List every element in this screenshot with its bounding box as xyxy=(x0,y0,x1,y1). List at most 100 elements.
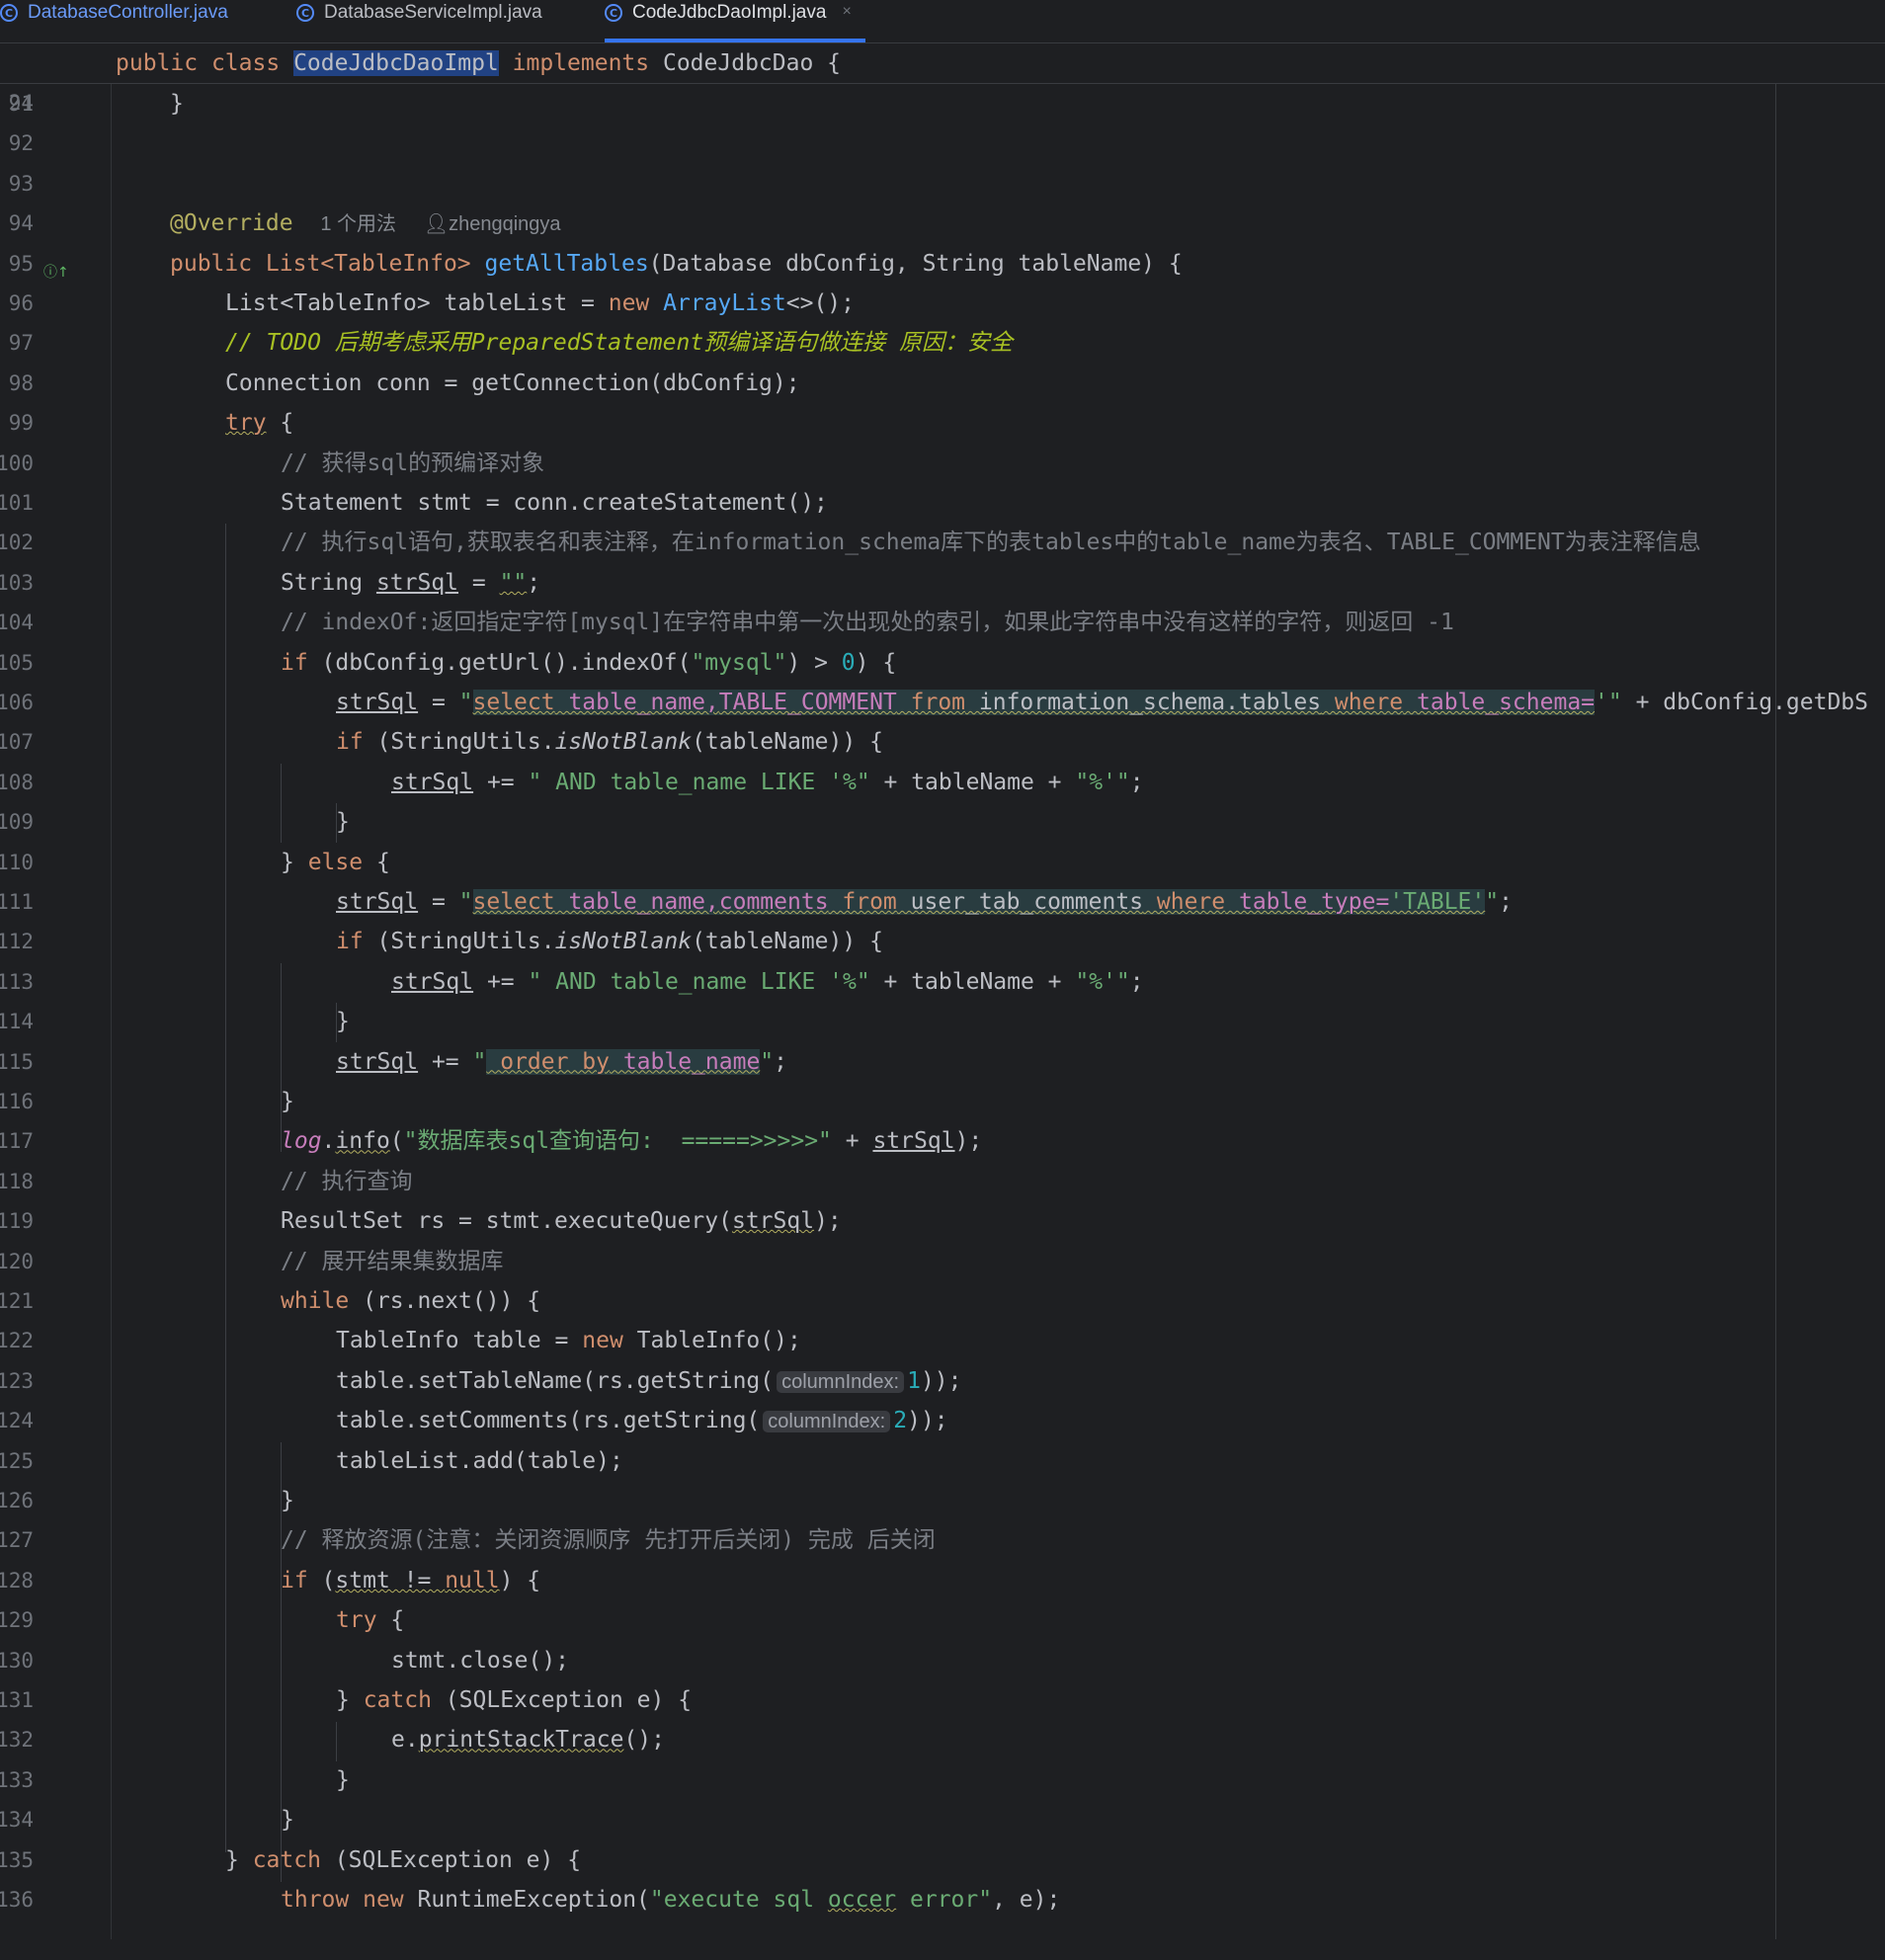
code-text: (tableName)) { xyxy=(692,929,883,955)
keyword: if xyxy=(281,649,308,676)
method-name: getAllTables xyxy=(484,250,649,277)
code-text: += xyxy=(473,968,529,995)
code-text: ) > xyxy=(786,649,842,676)
comment: // indexOf:返回指定字符[mysql]在字符串中第一次出现处的索引，如… xyxy=(281,610,1454,636)
comment: // 执行sql语句,获取表名和表注释，在information_schema库… xyxy=(281,530,1701,556)
variable: strSql xyxy=(336,889,419,915)
line-number: 118 xyxy=(0,1169,34,1193)
keyword: else xyxy=(307,849,364,875)
code-text: } xyxy=(281,849,308,875)
sql-text: table_name, xyxy=(554,889,719,915)
keyword: public xyxy=(116,50,199,76)
string-literal: " xyxy=(472,1048,487,1075)
keyword: catch xyxy=(363,1687,432,1713)
code-text: (StringUtils. xyxy=(363,729,555,756)
sql-keyword: where xyxy=(1143,889,1226,915)
code-text: } xyxy=(281,1089,294,1114)
code-text: { xyxy=(266,410,294,437)
code-text: table.setComments(rs.getString( xyxy=(336,1408,761,1434)
comment: // 释放资源(注意：关闭资源顺序 先打开后关闭) 完成 后关闭 xyxy=(281,1527,936,1554)
keyword: new xyxy=(582,1328,623,1354)
code-text: ; xyxy=(1129,968,1144,995)
variable: strSql xyxy=(336,1048,419,1075)
line-number: 100 xyxy=(0,450,34,475)
line-number: 128 xyxy=(0,1568,34,1592)
line-number: 95 xyxy=(8,251,34,276)
number-literal: 0 xyxy=(841,649,856,676)
code-text: } xyxy=(336,1009,350,1035)
sql-keyword: where xyxy=(1321,690,1404,715)
code-text: } xyxy=(170,91,184,117)
code-text: (Database dbConfig, String tableName) { xyxy=(648,250,1183,277)
method-call: info xyxy=(335,1128,390,1155)
string-literal: "execute sql xyxy=(649,1887,828,1913)
code-text: } xyxy=(281,1488,294,1513)
interface-name: CodeJdbcDao { xyxy=(662,50,841,76)
usages-hint[interactable]: 1 个用法 xyxy=(320,213,396,235)
sql-keyword: order by xyxy=(486,1048,610,1075)
author-hint[interactable]: zhengqingya xyxy=(449,213,560,235)
line-number: 116 xyxy=(0,1090,34,1113)
sql-text: TABLE_COMMENT xyxy=(718,690,897,715)
line-number: 93 xyxy=(8,171,34,196)
tab-database-controller[interactable]: C DatabaseController.java xyxy=(0,0,228,42)
line-number: 130 xyxy=(0,1648,34,1673)
code-text: { xyxy=(363,849,390,875)
tab-database-service-impl[interactable]: C DatabaseServiceImpl.java xyxy=(296,0,542,42)
string-literal: " xyxy=(1485,889,1500,915)
variable: strSql xyxy=(391,968,474,995)
code-text: } xyxy=(281,1807,294,1834)
variable: strSql xyxy=(731,1208,815,1235)
string-literal: occer xyxy=(827,1887,897,1913)
code-text: String xyxy=(281,569,376,596)
line-number: 92 xyxy=(8,131,34,156)
code-text: )); xyxy=(907,1408,948,1434)
code-text: (SQLException e) { xyxy=(431,1687,693,1713)
sticky-class-header: 24 public class CodeJdbcDaoImpl implemen… xyxy=(0,43,1885,115)
class-icon: C xyxy=(605,4,622,22)
line-number: 106 xyxy=(0,691,34,714)
string-literal: '" xyxy=(1595,690,1622,715)
implements-method-icon[interactable]: ⓘ↑ xyxy=(43,253,69,281)
code-text: ); xyxy=(814,1208,842,1235)
line-number: 117 xyxy=(0,1129,34,1154)
line-number: 107 xyxy=(0,730,34,755)
sql-text: table_type= xyxy=(1225,889,1390,915)
code-text: stmt.close(); xyxy=(391,1647,570,1674)
code-text: } xyxy=(336,1766,350,1793)
close-tab-icon[interactable]: × xyxy=(842,3,851,21)
keyword: if xyxy=(336,729,364,756)
string-literal: " xyxy=(458,690,473,715)
code-text: stmt != xyxy=(335,1567,446,1593)
method-call: printStackTrace xyxy=(418,1727,624,1754)
code-text: e. xyxy=(391,1727,419,1754)
line-number: 135 xyxy=(0,1847,34,1872)
code-text: = xyxy=(418,889,459,915)
sql-text: comments xyxy=(718,889,829,915)
line-number: 98 xyxy=(8,370,34,395)
code-text: Connection conn = getConnection(dbConfig… xyxy=(225,369,800,396)
code-text: ) { xyxy=(499,1567,541,1593)
code-editor[interactable]: 91} 92 93 94 @Override 1 个用法 👤︎zhengqing… xyxy=(0,84,1885,1939)
code-text: + tableName + xyxy=(869,769,1076,795)
method-call: isNotBlank xyxy=(554,929,693,955)
code-text: (tableName)) { xyxy=(692,729,883,756)
line-number: 122 xyxy=(0,1329,34,1353)
string-literal: " xyxy=(760,1048,775,1075)
method-call: isNotBlank xyxy=(554,729,693,756)
code-text: + xyxy=(831,1128,873,1155)
field-ref: log xyxy=(281,1128,322,1155)
line-number: 99 xyxy=(8,411,34,436)
line-number: 109 xyxy=(0,810,34,835)
code-text: += xyxy=(418,1048,473,1075)
tab-code-jdbc-dao-impl[interactable]: C CodeJdbcDaoImpl.java × xyxy=(605,0,865,42)
keyword: if xyxy=(281,1567,308,1593)
comment: // xyxy=(225,330,267,357)
line-number: 105 xyxy=(0,650,34,675)
line-number: 112 xyxy=(0,930,34,954)
class-name[interactable]: CodeJdbcDaoImpl xyxy=(293,50,499,76)
code-text: Statement stmt = conn.createStatement(); xyxy=(281,490,828,516)
sql-keyword: select xyxy=(472,889,555,915)
keyword: new xyxy=(608,290,650,316)
line-number: 121 xyxy=(0,1289,34,1313)
